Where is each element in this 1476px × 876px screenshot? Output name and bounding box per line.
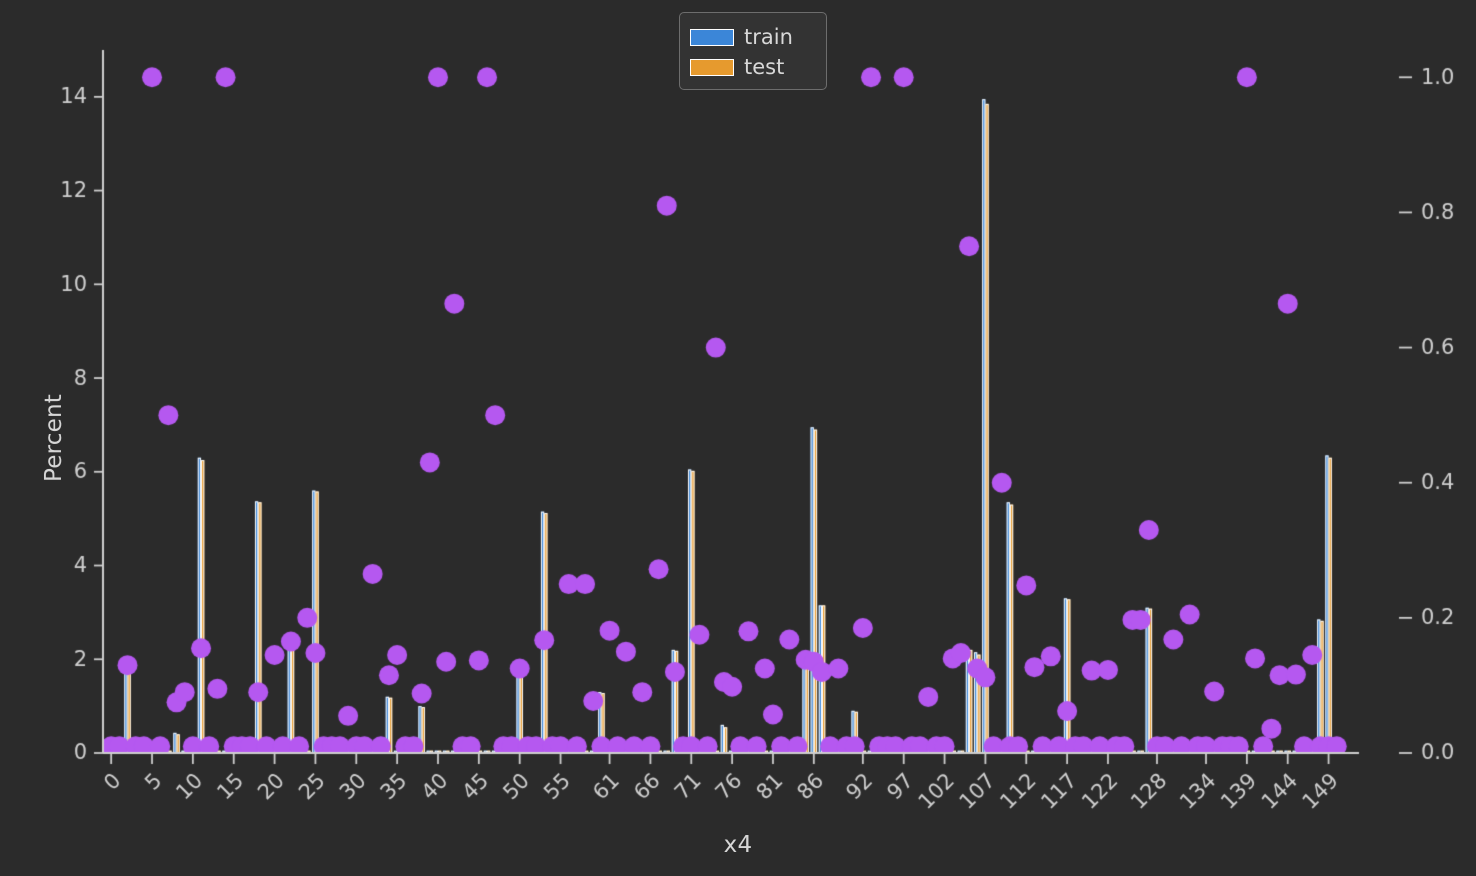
- chart-legend[interactable]: train test: [679, 12, 827, 90]
- legend-swatch-test: [690, 58, 734, 76]
- legend-label-test: test: [744, 54, 785, 79]
- legend-item-test[interactable]: test: [690, 52, 816, 82]
- legend-item-train[interactable]: train: [690, 22, 816, 52]
- chart-figure: Percent x4 x4 train test: [0, 0, 1476, 876]
- legend-swatch-train: [690, 28, 734, 46]
- legend-label-train: train: [744, 24, 793, 49]
- percent-vs-x4-bar-chart[interactable]: [0, 0, 1476, 876]
